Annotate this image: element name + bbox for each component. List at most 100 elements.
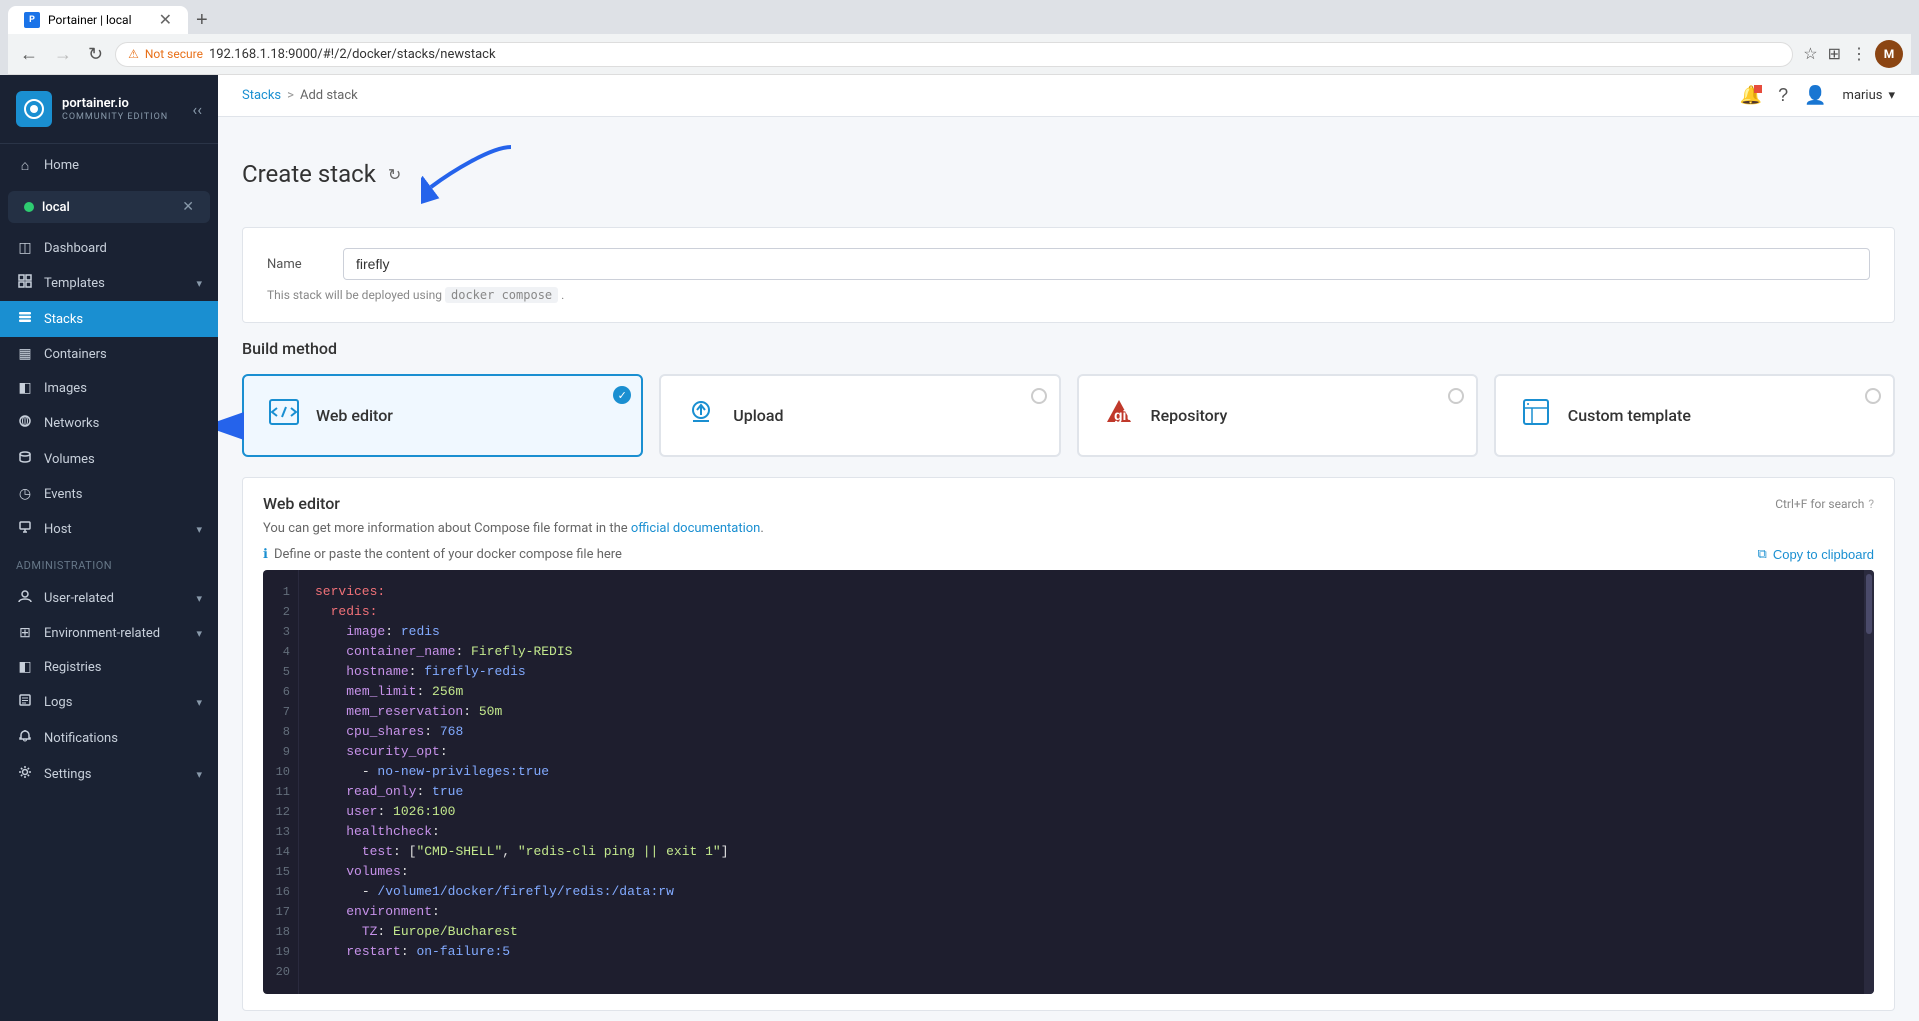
sidebar-events-label: Events bbox=[44, 487, 202, 502]
sidebar-admin-section-label: Administration bbox=[0, 551, 218, 576]
user-menu[interactable]: marius ▾ bbox=[1843, 88, 1895, 103]
sidebar-item-stacks[interactable]: Stacks bbox=[0, 301, 218, 337]
code-line-20 bbox=[315, 962, 1858, 982]
code-line-3: image: redis bbox=[315, 622, 1858, 642]
user-menu-chevron-icon: ▾ bbox=[1888, 88, 1895, 103]
browser-user-avatar[interactable]: M bbox=[1875, 40, 1903, 68]
brand-name: portainer.io bbox=[62, 96, 168, 112]
line-num-2: 2 bbox=[275, 602, 290, 622]
sidebar-item-user-related[interactable]: User-related ▾ bbox=[0, 580, 218, 616]
copy-to-clipboard-button[interactable]: ⧉ Copy to clipboard bbox=[1758, 546, 1874, 562]
line-num-17: 17 bbox=[275, 902, 290, 922]
new-tab-button[interactable]: + bbox=[188, 7, 216, 34]
notifications-svg-icon bbox=[18, 729, 32, 743]
browser-menu-button[interactable]: ⋮ bbox=[1849, 42, 1869, 66]
env-close-button[interactable]: ✕ bbox=[182, 199, 194, 215]
web-editor-svg-icon bbox=[268, 396, 300, 428]
sidebar-item-host[interactable]: Host ▾ bbox=[0, 511, 218, 547]
sidebar-item-templates[interactable]: Templates ▾ bbox=[0, 265, 218, 301]
upload-icon bbox=[685, 396, 717, 435]
breadcrumb-parent[interactable]: Stacks bbox=[242, 88, 281, 103]
sidebar-item-settings[interactable]: Settings ▾ bbox=[0, 756, 218, 792]
code-line-11: read_only: true bbox=[315, 782, 1858, 802]
code-line-18: TZ: Europe/Bucharest bbox=[315, 922, 1858, 942]
line-num-1: 1 bbox=[275, 582, 290, 602]
templates-chevron-icon: ▾ bbox=[196, 277, 202, 290]
bookmark-button[interactable]: ☆ bbox=[1801, 42, 1819, 66]
arrow-svg-title bbox=[421, 137, 541, 207]
name-input[interactable] bbox=[343, 248, 1870, 280]
line-num-16: 16 bbox=[275, 882, 290, 902]
sidebar-user-related-label: User-related bbox=[44, 591, 186, 606]
templates-icon bbox=[16, 274, 34, 292]
sidebar-item-volumes[interactable]: Volumes bbox=[0, 441, 218, 477]
line-num-11: 11 bbox=[275, 782, 290, 802]
sidebar-logs-label: Logs bbox=[44, 695, 186, 710]
line-num-18: 18 bbox=[275, 922, 290, 942]
code-editor[interactable]: 1 2 3 4 5 6 7 8 9 10 11 12 13 bbox=[263, 570, 1874, 994]
sidebar-main-nav: ◫ Dashboard Templates ▾ Stacks ▦ Contain… bbox=[0, 227, 218, 551]
sidebar-brand: portainer.io COMMUNITY EDITION ‹‹ bbox=[0, 75, 218, 144]
upload-label: Upload bbox=[733, 406, 783, 425]
environment-related-icon: ⊞ bbox=[16, 625, 34, 641]
notifications-bell-button[interactable]: 🔔 bbox=[1740, 85, 1762, 106]
sidebar-item-home[interactable]: ⌂ Home bbox=[0, 148, 218, 183]
code-line-1: services: bbox=[315, 582, 1858, 602]
line-num-14: 14 bbox=[275, 842, 290, 862]
custom-template-svg-icon bbox=[1520, 396, 1552, 428]
sidebar-item-notifications[interactable]: Notifications bbox=[0, 720, 218, 756]
line-num-4: 4 bbox=[275, 642, 290, 662]
brand-edition: COMMUNITY EDITION bbox=[62, 112, 168, 122]
editor-scrollbar[interactable] bbox=[1864, 570, 1874, 994]
build-method-upload[interactable]: Upload bbox=[659, 374, 1060, 457]
copy-label: Copy to clipboard bbox=[1773, 547, 1874, 562]
stacks-svg-icon bbox=[18, 310, 32, 324]
back-button[interactable]: ← bbox=[16, 42, 42, 67]
editor-hint-row: ℹ Define or paste the content of your do… bbox=[263, 546, 1874, 562]
repository-icon: git bbox=[1103, 396, 1135, 435]
sidebar-collapse-button[interactable]: ‹‹ bbox=[192, 100, 202, 119]
sidebar-item-logs[interactable]: Logs ▾ bbox=[0, 684, 218, 720]
editor-hint-text: Define or paste the content of your dock… bbox=[274, 547, 622, 562]
sidebar-item-environment-related[interactable]: ⊞ Environment-related ▾ bbox=[0, 616, 218, 650]
editor-scrollbar-thumb[interactable] bbox=[1866, 574, 1872, 634]
official-docs-link[interactable]: official documentation bbox=[631, 521, 760, 536]
notification-badge bbox=[1754, 85, 1762, 93]
sidebar-item-networks[interactable]: Networks bbox=[0, 405, 218, 441]
sidebar-item-images[interactable]: ◧ Images bbox=[0, 371, 218, 405]
tab-close-button[interactable]: ✕ bbox=[159, 12, 172, 28]
line-num-5: 5 bbox=[275, 662, 290, 682]
help-button[interactable]: ? bbox=[1778, 85, 1788, 106]
forward-button[interactable]: → bbox=[50, 42, 76, 67]
build-method-web-editor[interactable]: ✓ Web editor bbox=[242, 374, 643, 457]
code-line-6: mem_limit: 256m bbox=[315, 682, 1858, 702]
code-content[interactable]: services: redis: image: redis container_… bbox=[299, 570, 1874, 994]
name-label: Name bbox=[267, 257, 327, 272]
web-editor-check-icon: ✓ bbox=[613, 386, 631, 404]
sidebar-registries-label: Registries bbox=[44, 660, 202, 675]
address-bar[interactable]: ⚠ Not secure 192.168.1.18:9000/#!/2/dock… bbox=[115, 42, 1793, 67]
user-profile-button[interactable]: 👤 bbox=[1804, 85, 1826, 106]
sidebar-item-events[interactable]: ◷ Events bbox=[0, 477, 218, 511]
line-num-15: 15 bbox=[275, 862, 290, 882]
reload-button[interactable]: ↻ bbox=[84, 42, 107, 67]
templates-svg-icon bbox=[18, 274, 32, 288]
browser-tab-active[interactable]: P Portainer | local ✕ bbox=[8, 6, 188, 34]
build-method-repository[interactable]: git Repository bbox=[1077, 374, 1478, 457]
main-content: Stacks > Add stack 🔔 ? 👤 marius ▾ C bbox=[218, 75, 1919, 1021]
sidebar-item-containers[interactable]: ▦ Containers bbox=[0, 337, 218, 371]
sidebar-item-registries[interactable]: ◧ Registries bbox=[0, 650, 218, 684]
sidebar-admin-nav: User-related ▾ ⊞ Environment-related ▾ ◧… bbox=[0, 576, 218, 796]
extensions-button[interactable]: ⊞ bbox=[1826, 42, 1843, 66]
sidebar-env-item[interactable]: local ✕ bbox=[8, 191, 210, 223]
build-method-custom-template[interactable]: Custom template bbox=[1494, 374, 1895, 457]
breadcrumb: Stacks > Add stack bbox=[242, 88, 358, 103]
sidebar-stacks-label: Stacks bbox=[44, 312, 202, 327]
sidebar-volumes-label: Volumes bbox=[44, 452, 202, 467]
refresh-icon[interactable]: ↻ bbox=[388, 165, 401, 184]
name-form-row: Name bbox=[267, 248, 1870, 280]
sidebar-item-dashboard[interactable]: ◫ Dashboard bbox=[0, 231, 218, 265]
networks-svg-icon bbox=[18, 414, 32, 428]
code-line-7: mem_reservation: 50m bbox=[315, 702, 1858, 722]
code-line-19: restart: on-failure:5 bbox=[315, 942, 1858, 962]
